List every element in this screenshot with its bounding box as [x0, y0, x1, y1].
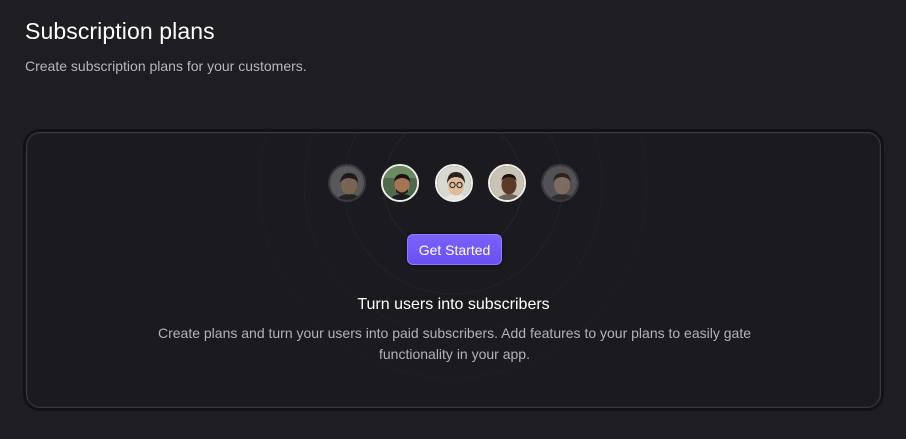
page-subtitle: Create subscription plans for your custo… [25, 58, 307, 74]
empty-state-heading: Turn users into subscribers [357, 296, 550, 313]
user-avatar [381, 164, 419, 202]
empty-state-description: Create plans and turn your users into pa… [157, 325, 751, 362]
user-avatar [541, 164, 579, 202]
avatar-group [328, 164, 584, 204]
empty-state-card: Get Started Turn users into subscribers … [26, 132, 881, 408]
user-avatar [328, 164, 366, 202]
user-avatar [435, 164, 473, 202]
subscription-plans-page: Subscription plans Create subscription p… [0, 0, 906, 439]
user-avatar [488, 164, 526, 202]
page-title: Subscription plans [25, 18, 215, 44]
get-started-button[interactable]: Get Started [407, 234, 502, 265]
